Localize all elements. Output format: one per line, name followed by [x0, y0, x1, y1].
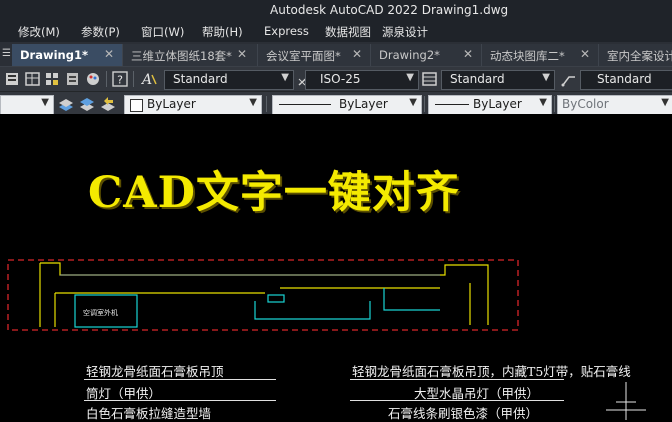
mleader-style-value: Standard [597, 72, 652, 86]
table-style-icon[interactable] [421, 70, 439, 88]
table-icon[interactable] [24, 70, 42, 88]
close-icon[interactable]: ✕ [352, 47, 362, 61]
palette-icon[interactable] [84, 70, 102, 88]
menu-yuanquan[interactable]: 源泉设计 [382, 24, 428, 40]
menu-window[interactable]: 窗口(W) [141, 24, 184, 40]
close-icon[interactable]: ✕ [580, 47, 590, 61]
make-current-layer-icon[interactable] [57, 95, 75, 113]
table-style-value: Standard [450, 72, 505, 86]
close-icon[interactable]: ✕ [463, 47, 473, 61]
chevron-down-icon: ▼ [539, 97, 547, 108]
svg-text:A: A [140, 72, 152, 88]
text-style-icon[interactable]: A [140, 70, 158, 88]
layer-tools-icon[interactable] [4, 70, 22, 88]
separator [133, 71, 134, 87]
annotation-underline [350, 400, 564, 401]
lineweight-preview [435, 104, 469, 105]
color-swatch [130, 99, 143, 112]
tab-drawing2[interactable]: Drawing2* ✕ [371, 44, 482, 66]
headline-text: CAD文字一键对齐 [88, 168, 460, 218]
layers-icon[interactable] [64, 70, 82, 88]
lineweight-value: ByLayer [473, 97, 522, 111]
layer-select[interactable]: ▼ [0, 95, 54, 115]
grid-icon[interactable] [44, 70, 62, 88]
tab-label: Drawing1* [20, 48, 88, 62]
close-icon[interactable]: ✕ [237, 47, 247, 61]
styles-toolbar: ? A Standard ▼ ISO-25 ▼ Standard ▼ Stand… [0, 67, 672, 92]
mleader-style-select[interactable]: Standard [580, 70, 672, 90]
tab-meeting-room[interactable]: 会议室平面图* ✕ [258, 44, 371, 66]
plotstyle-value: ByColor [562, 97, 609, 111]
chevron-down-icon: ▼ [409, 97, 417, 108]
tab-label: 室内全案设计 [607, 49, 672, 63]
tabs-menu-icon[interactable]: ☰ [2, 48, 11, 59]
annotation-ceiling-left[interactable]: 轻钢龙骨纸面石膏板吊顶 [86, 361, 224, 380]
window-title: Autodesk AutoCAD 2022 Drawing1.dwg [270, 3, 509, 17]
svg-text:?: ? [117, 74, 123, 87]
dim-style-value: ISO-25 [320, 72, 361, 86]
tab-interior-design[interactable]: 室内全案设计 [599, 44, 672, 66]
menu-express[interactable]: Express [264, 24, 309, 38]
separator [266, 96, 267, 112]
menu-bar: 修改(M) 参数(P) 窗口(W) 帮助(H) Express 数据视图 源泉设… [0, 22, 672, 42]
tab-drawing1[interactable]: Drawing1* ✕ [12, 44, 123, 66]
layer-previous-icon[interactable] [99, 95, 117, 113]
chevron-down-icon: ▼ [281, 72, 289, 83]
text-style-value: Standard [173, 72, 228, 86]
chevron-down-icon: ▼ [41, 97, 49, 108]
tab-label: 动态块图库二* [490, 49, 565, 63]
menu-parameters[interactable]: 参数(P) [81, 24, 120, 40]
tab-label: 三维立体图纸18套* [131, 49, 232, 63]
annotation-gypsum-wall[interactable]: 白色石膏板拉缝造型墙 [86, 403, 211, 422]
text-style-select[interactable]: Standard ▼ [164, 70, 294, 90]
tab-label: Drawing2* [379, 48, 440, 62]
floor-plan[interactable]: 空调室外机 [0, 255, 672, 345]
annotation-underline [350, 379, 564, 380]
annotation-underline [84, 379, 276, 380]
match-layer-icon[interactable] [78, 95, 96, 113]
annotation-ceiling-right[interactable]: 轻钢龙骨纸面石膏板吊顶，内藏T5灯带，贴石膏线 [352, 361, 631, 380]
help-icon[interactable]: ? [111, 70, 129, 88]
dim-style-select[interactable]: ISO-25 ▼ [305, 70, 419, 90]
menu-data-view[interactable]: 数据视图 [325, 24, 371, 40]
chevron-down-icon: ▼ [249, 97, 257, 108]
separator [106, 71, 107, 87]
plotstyle-select: ByColor ▼ [557, 95, 672, 115]
light-symbol-icon [606, 382, 646, 420]
annotation-gypsum-line[interactable]: 石膏线条刷银色漆（甲供） [388, 403, 538, 422]
linetype-select[interactable]: ByLayer ▼ [272, 95, 422, 115]
color-select[interactable]: ByLayer ▼ [124, 95, 262, 115]
file-tabs: ☰ Drawing1* ✕ 三维立体图纸18套* ✕ 会议室平面图* ✕ Dra… [0, 42, 672, 67]
chevron-down-icon: ▼ [542, 72, 550, 83]
close-icon[interactable]: ✕ [104, 47, 114, 61]
linetype-value: ByLayer [339, 97, 388, 111]
tab-3d-drawings[interactable]: 三维立体图纸18套* ✕ [123, 44, 258, 66]
lineweight-select[interactable]: ByLayer ▼ [428, 95, 552, 115]
chevron-down-icon: ▼ [406, 72, 414, 83]
counter-outline [254, 288, 440, 320]
menu-help[interactable]: 帮助(H) [202, 24, 243, 40]
chevron-down-icon: ▼ [661, 97, 669, 108]
mleader-style-icon[interactable] [560, 70, 578, 88]
linetype-preview [279, 104, 331, 105]
room-label: 空调室外机 [83, 308, 118, 317]
tab-label: 会议室平面图* [266, 49, 341, 63]
annotation-underline [84, 400, 276, 401]
menu-modify[interactable]: 修改(M) [18, 24, 60, 40]
color-value: ByLayer [147, 97, 196, 111]
title-bar: Autodesk AutoCAD 2022 Drawing1.dwg [0, 0, 672, 22]
separator [424, 96, 425, 112]
table-style-select[interactable]: Standard ▼ [441, 70, 555, 90]
separator [554, 96, 555, 112]
tab-dynamic-blocks[interactable]: 动态块图库二* ✕ [482, 44, 599, 66]
